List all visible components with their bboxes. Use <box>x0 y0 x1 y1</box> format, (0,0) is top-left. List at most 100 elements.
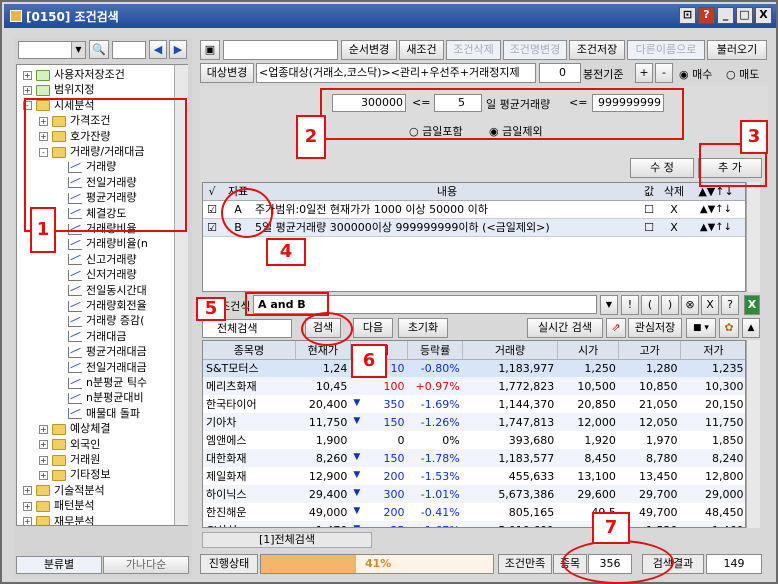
tree-item[interactable]: + 기타정보 <box>39 467 110 483</box>
pin-icon[interactable]: ⊡ <box>679 7 696 24</box>
plus-button[interactable]: + <box>635 63 653 83</box>
tree-scrollbar[interactable] <box>174 65 188 525</box>
minimize-button[interactable]: _ <box>717 7 734 24</box>
collapse-icon[interactable]: - <box>39 147 48 157</box>
tree-item[interactable]: + 재무분석 <box>23 514 94 525</box>
tree-item[interactable]: + 거래원 <box>39 452 100 468</box>
results-col-header[interactable]: 저가 <box>680 341 745 360</box>
tree-item[interactable]: n분평균대비 <box>55 390 144 406</box>
expand-icon[interactable]: + <box>39 116 48 126</box>
tree-item[interactable]: 전일거래대금 <box>55 360 147 376</box>
doc-icon[interactable]: ▣ <box>200 40 220 60</box>
tree-item[interactable]: - 거래량/거래대금 <box>39 144 145 160</box>
expand-icon[interactable]: + <box>39 470 48 480</box>
collapse-up-icon[interactable]: ▲ <box>742 318 760 338</box>
results-tab[interactable]: [1]전체검색 <box>202 532 372 548</box>
condition-name-input[interactable] <box>223 40 338 60</box>
tree-item[interactable]: + 범위지정 <box>23 82 94 98</box>
expand-icon[interactable]: + <box>39 424 48 434</box>
tree-item[interactable]: + 외국인 <box>39 437 100 453</box>
expand-icon[interactable]: + <box>23 486 32 496</box>
condition-row[interactable]: ☑ B 5일 평균거래량 300000이상 999999999이하 (<금일제외>)… <box>203 219 745 237</box>
tree-item[interactable]: 거래량회전율 <box>55 298 147 314</box>
sell-radio[interactable]: ○ 매도 <box>726 66 759 82</box>
logic-expression-input[interactable]: A and B <box>253 295 597 314</box>
search-input[interactable] <box>112 41 146 59</box>
load-button[interactable]: 불러오기 <box>707 40 767 60</box>
tree-item[interactable]: 전일거래량 <box>55 175 137 191</box>
result-row[interactable]: CJ삼성1,470▼25-1.67%5,010,6911,1,5201,460 <box>203 521 745 527</box>
save-condition-button[interactable]: 조건저장 <box>569 40 625 60</box>
logic-op-button[interactable]: ! <box>621 295 639 315</box>
result-row[interactable]: 하이닉스 29,400 ▼ 300 -1.01% 5,673,386 29,600 29,70… <box>203 485 745 503</box>
bong-input[interactable]: 0 <box>539 63 581 83</box>
tree-item[interactable]: 매물대 돌파 <box>55 406 140 422</box>
results-col-header[interactable]: 고가 <box>618 341 681 360</box>
row-delete-button[interactable]: X <box>659 219 689 236</box>
results-col-header[interactable]: 거래량 <box>462 341 558 360</box>
search-scope-select[interactable]: 전체검색 <box>202 319 292 338</box>
logic-op-button[interactable]: ⊗ <box>681 295 699 315</box>
radio-include-today[interactable]: ○ 금일포함 <box>409 123 463 139</box>
result-row[interactable]: 메리츠화재 10,45 100 +0.97% 1,772,823 10,500 10,850… <box>203 377 745 395</box>
tree-item[interactable]: 거래량비율 <box>55 221 137 237</box>
logic-dropdown-button[interactable]: ▼ <box>600 295 618 315</box>
tree-item[interactable]: - 시세분석 <box>23 98 94 114</box>
row-move-icons[interactable]: ▲▼↑↓ <box>689 219 743 236</box>
tree-item[interactable]: 신저거래량 <box>55 267 137 283</box>
condition-table-scrollbar[interactable] <box>746 182 760 292</box>
tree-item[interactable]: 거래대금 <box>55 329 126 345</box>
realtime-search-button[interactable]: 실시간 검색 <box>527 318 603 338</box>
row-checkbox[interactable]: ☑ <box>203 219 221 236</box>
tree-item[interactable]: 체결강도 <box>55 206 126 222</box>
new-condition-button[interactable]: 새조건 <box>399 40 444 60</box>
result-row[interactable]: S&T모터스 1,24 10 -0.80% 1,183,977 1,250 1,280 1,2… <box>203 359 745 377</box>
tree-item[interactable]: 신고거래량 <box>55 252 137 268</box>
settings-icon[interactable]: ✿ <box>719 318 739 338</box>
tab-category[interactable]: 분류별 <box>16 556 102 574</box>
view-toggle-button[interactable]: ■ ▾ <box>686 318 716 338</box>
row-move-icons[interactable]: ▲▼↑↓ <box>689 201 743 218</box>
add-button[interactable]: 추 가 <box>698 158 762 178</box>
delete-condition-button[interactable]: 조건삭제 <box>446 40 501 60</box>
maximize-button[interactable]: □ <box>736 7 753 24</box>
help-icon[interactable]: ? <box>698 7 715 24</box>
target-change-button[interactable]: 대상변경 <box>200 63 254 83</box>
result-row[interactable]: 한국타이어 20,400 ▼ 350 -1.69% 1,144,370 20,850 21,0… <box>203 395 745 413</box>
results-scrollbar[interactable] <box>746 340 760 528</box>
result-row[interactable]: 기아차 11,750 ▼ 150 -1.26% 1,747,813 12,000 12,050… <box>203 413 745 431</box>
logic-op-button[interactable]: X <box>701 295 719 315</box>
logic-op-button[interactable]: ? <box>721 295 739 315</box>
condition-row[interactable]: ☑ A 주가범위:0일전 현재가가 1000 이상 50000 이하 ☐ X ▲▼↑↓ <box>203 201 745 219</box>
result-row[interactable]: 엠앤에스 1,900 0 0% 393,680 1,920 1,970 1,850 <box>203 431 745 449</box>
logic-op-button[interactable]: ( <box>641 295 659 315</box>
row-value-checkbox[interactable]: ☐ <box>639 201 659 218</box>
expand-icon[interactable]: + <box>23 85 32 95</box>
days-input[interactable]: 5 <box>434 94 482 112</box>
reorder-button[interactable]: 순서변경 <box>341 40 397 60</box>
tree-item[interactable]: + 기술적분석 <box>23 483 105 499</box>
expand-icon[interactable]: + <box>39 132 48 142</box>
arrow-right-icon[interactable]: ▶ <box>169 40 187 59</box>
next-button[interactable]: 다음 <box>353 318 393 338</box>
expand-icon[interactable]: + <box>39 440 48 450</box>
expand-icon[interactable]: + <box>23 70 32 80</box>
result-row[interactable]: 한진해운49,000▼200-0.41%805,16549,549,70048,… <box>203 503 745 521</box>
tree-item[interactable]: 거래량 <box>55 159 116 175</box>
expand-icon[interactable]: + <box>23 517 32 525</box>
search-button[interactable]: 검색 <box>305 318 341 338</box>
radio-exclude-today[interactable]: ◉ 금일제외 <box>489 123 543 139</box>
results-col-header[interactable]: 등락률 <box>407 341 464 360</box>
result-row[interactable]: 제일화재 12,900 ▼ 200 -1.53% 455,633 13,100 13,450 1… <box>203 467 745 485</box>
edit-button[interactable]: 수 정 <box>630 158 694 178</box>
rename-condition-button[interactable]: 조건명변경 <box>503 40 567 60</box>
results-col-header[interactable]: 현재가 <box>295 341 351 360</box>
save-as-button[interactable]: 다른이름으로 <box>627 40 705 60</box>
buy-radio[interactable]: ◉ 매수 <box>679 66 712 82</box>
min-volume-input[interactable]: 300000 <box>332 94 406 112</box>
row-delete-button[interactable]: X <box>659 201 689 218</box>
results-col-header[interactable]: 시가 <box>557 341 620 360</box>
results-col-header[interactable]: 종목명 <box>203 341 296 360</box>
expand-icon[interactable]: + <box>39 455 48 465</box>
tree-item[interactable]: + 가격조건 <box>39 113 110 129</box>
